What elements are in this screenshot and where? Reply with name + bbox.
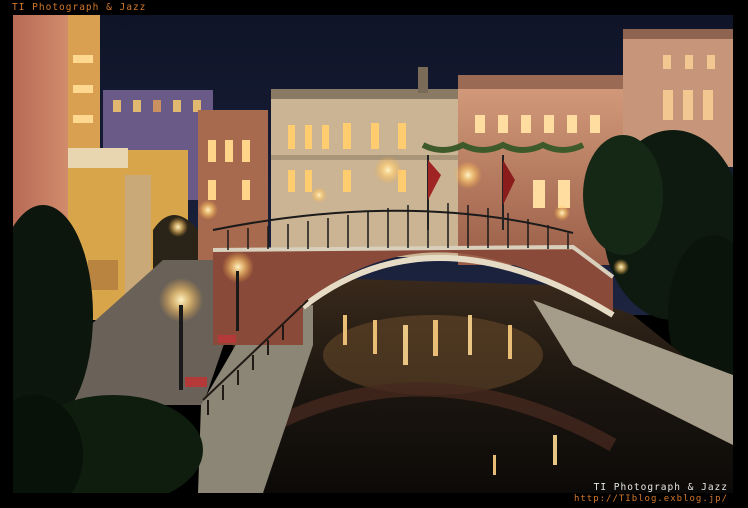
night-canal-photo xyxy=(13,15,733,493)
photo-svg xyxy=(13,15,733,493)
photo-frame: TI Photograph & Jazz TI Photograph & Jaz… xyxy=(0,0,748,508)
watermark-bottom: TI Photograph & Jazz xyxy=(593,482,728,493)
watermark-top: TI Photograph & Jazz xyxy=(12,2,147,13)
central-palazzo xyxy=(271,67,471,257)
watermark-url: http://TIblog.exblog.jp/ xyxy=(573,494,728,504)
